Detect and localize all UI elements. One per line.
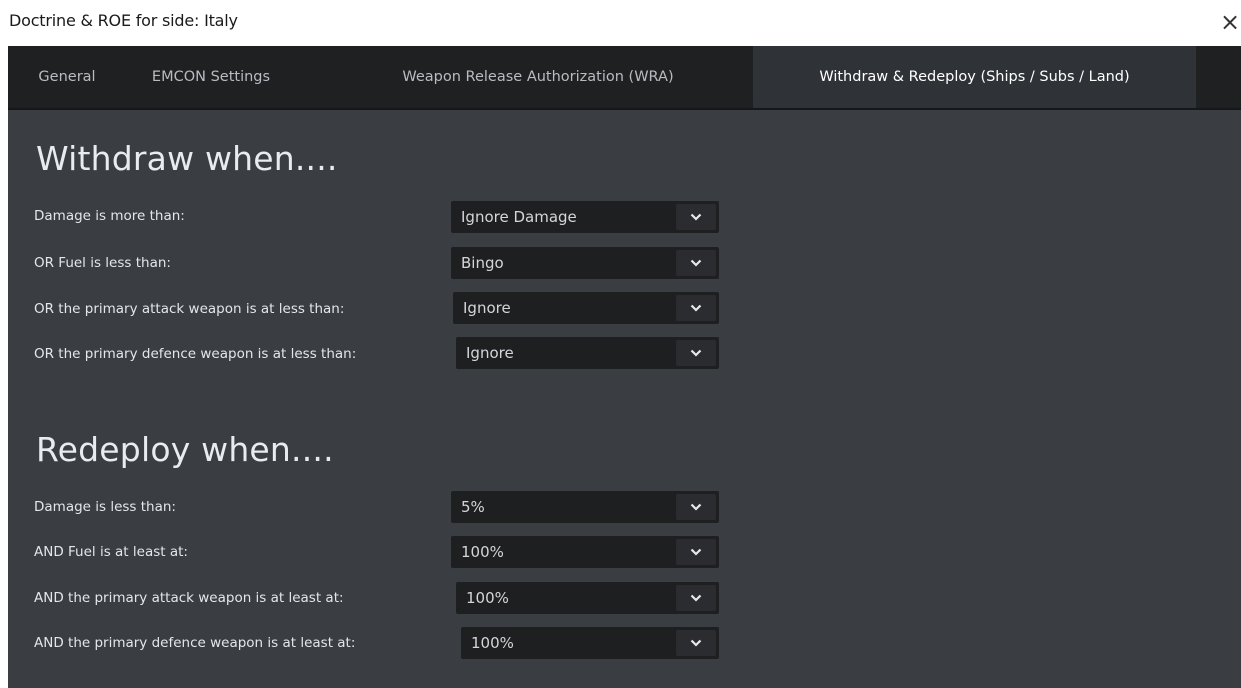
dropdown-button[interactable] xyxy=(676,204,716,230)
withdraw-fuel-label: OR Fuel is less than: xyxy=(34,255,171,271)
redeploy-fuel-label: AND Fuel is at least at: xyxy=(34,544,188,560)
select-value: 5% xyxy=(461,498,485,516)
chevron-down-icon xyxy=(690,304,702,312)
chevron-down-icon xyxy=(690,594,702,602)
redeploy-attack-weapon-label: AND the primary attack weapon is at leas… xyxy=(34,590,344,606)
withdraw-damage-label: Damage is more than: xyxy=(34,208,185,224)
select-value: 100% xyxy=(466,589,509,607)
chevron-down-icon xyxy=(690,213,702,221)
close-icon: × xyxy=(1219,8,1241,36)
dropdown-button[interactable] xyxy=(676,340,716,366)
redeploy-damage-label: Damage is less than: xyxy=(34,499,176,515)
redeploy-attack-weapon-select[interactable]: 100% xyxy=(456,582,719,614)
withdraw-defence-weapon-select[interactable]: Ignore xyxy=(456,337,719,369)
dropdown-button[interactable] xyxy=(676,494,716,520)
tab-general[interactable]: General xyxy=(8,46,126,108)
select-value: Ignore xyxy=(466,344,514,362)
dropdown-button[interactable] xyxy=(676,585,716,611)
tab-weapon-release-authorization[interactable]: Weapon Release Authorization (WRA) xyxy=(348,46,728,108)
title-bar: Doctrine & ROE for side: Italy × xyxy=(0,0,1241,46)
withdraw-fuel-select[interactable]: Bingo xyxy=(451,247,719,279)
redeploy-section-title: Redeploy when.... xyxy=(36,430,334,469)
dropdown-button[interactable] xyxy=(676,250,716,276)
withdraw-attack-weapon-select[interactable]: Ignore xyxy=(453,292,719,324)
redeploy-damage-select[interactable]: 5% xyxy=(451,491,719,523)
redeploy-defence-weapon-select[interactable]: 100% xyxy=(461,627,719,659)
withdraw-defence-weapon-label: OR the primary defence weapon is at less… xyxy=(34,346,357,362)
select-value: Ignore xyxy=(463,299,511,317)
tab-bar: General EMCON Settings Weapon Release Au… xyxy=(8,46,1241,108)
chevron-down-icon xyxy=(690,639,702,647)
select-value: 100% xyxy=(461,543,504,561)
tab-emcon-settings[interactable]: EMCON Settings xyxy=(126,46,296,108)
select-value: Ignore Damage xyxy=(461,208,577,226)
withdraw-section-title: Withdraw when.... xyxy=(36,139,338,178)
chevron-down-icon xyxy=(690,349,702,357)
redeploy-defence-weapon-label: AND the primary defence weapon is at lea… xyxy=(34,635,356,651)
close-button[interactable]: × xyxy=(1219,8,1241,36)
withdraw-damage-select[interactable]: Ignore Damage xyxy=(451,201,719,233)
chevron-down-icon xyxy=(690,503,702,511)
window-title: Doctrine & ROE for side: Italy xyxy=(9,11,238,30)
chevron-down-icon xyxy=(690,548,702,556)
select-value: 100% xyxy=(471,634,514,652)
dropdown-button[interactable] xyxy=(676,295,716,321)
doctrine-dialog: General EMCON Settings Weapon Release Au… xyxy=(8,46,1241,688)
dropdown-button[interactable] xyxy=(676,630,716,656)
withdraw-attack-weapon-label: OR the primary attack weapon is at less … xyxy=(34,301,345,317)
tab-withdraw-redeploy[interactable]: Withdraw & Redeploy (Ships / Subs / Land… xyxy=(753,46,1196,108)
redeploy-fuel-select[interactable]: 100% xyxy=(451,536,719,568)
select-value: Bingo xyxy=(461,254,504,272)
tab-divider xyxy=(8,108,1241,110)
chevron-down-icon xyxy=(690,259,702,267)
dropdown-button[interactable] xyxy=(676,539,716,565)
